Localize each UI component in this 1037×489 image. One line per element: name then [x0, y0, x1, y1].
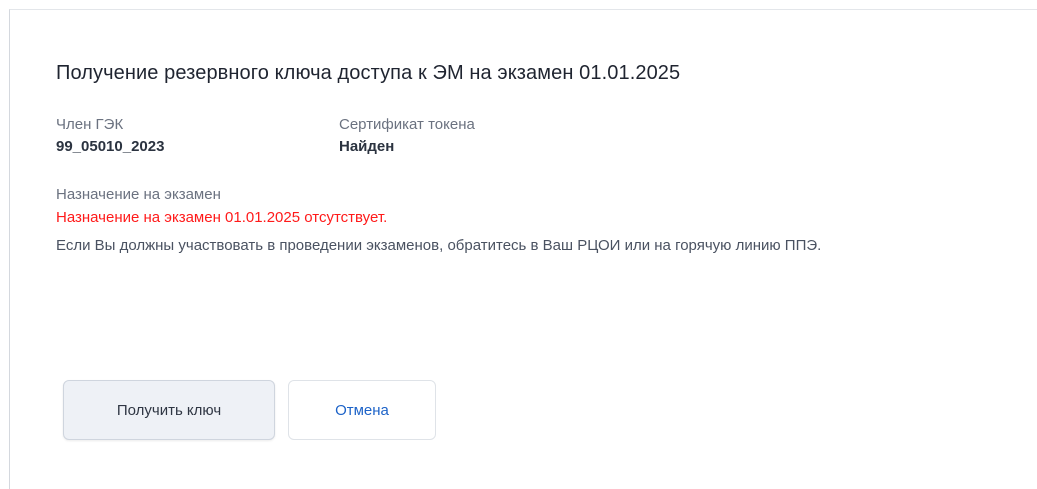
assignment-help-text: Если Вы должны участвовать в проведении …: [56, 237, 822, 254]
dialog-title: Получение резервного ключа доступа к ЭМ …: [56, 62, 681, 84]
get-key-button[interactable]: Получить ключ: [63, 380, 275, 440]
key-dialog: Получение резервного ключа доступа к ЭМ …: [9, 9, 1037, 489]
member-field: Член ГЭК 99_05010_2023: [56, 115, 164, 157]
member-value: 99_05010_2023: [56, 138, 165, 155]
cancel-button[interactable]: Отмена: [288, 380, 436, 440]
member-label: Член ГЭК: [56, 116, 124, 133]
assignment-error-message: Назначение на экзамен 01.01.2025 отсутст…: [56, 209, 388, 226]
certificate-field: Сертификат токена Найден: [339, 115, 475, 157]
assignment-label: Назначение на экзамен: [56, 186, 221, 203]
certificate-label: Сертификат токена: [339, 116, 475, 133]
certificate-value: Найден: [339, 138, 395, 155]
